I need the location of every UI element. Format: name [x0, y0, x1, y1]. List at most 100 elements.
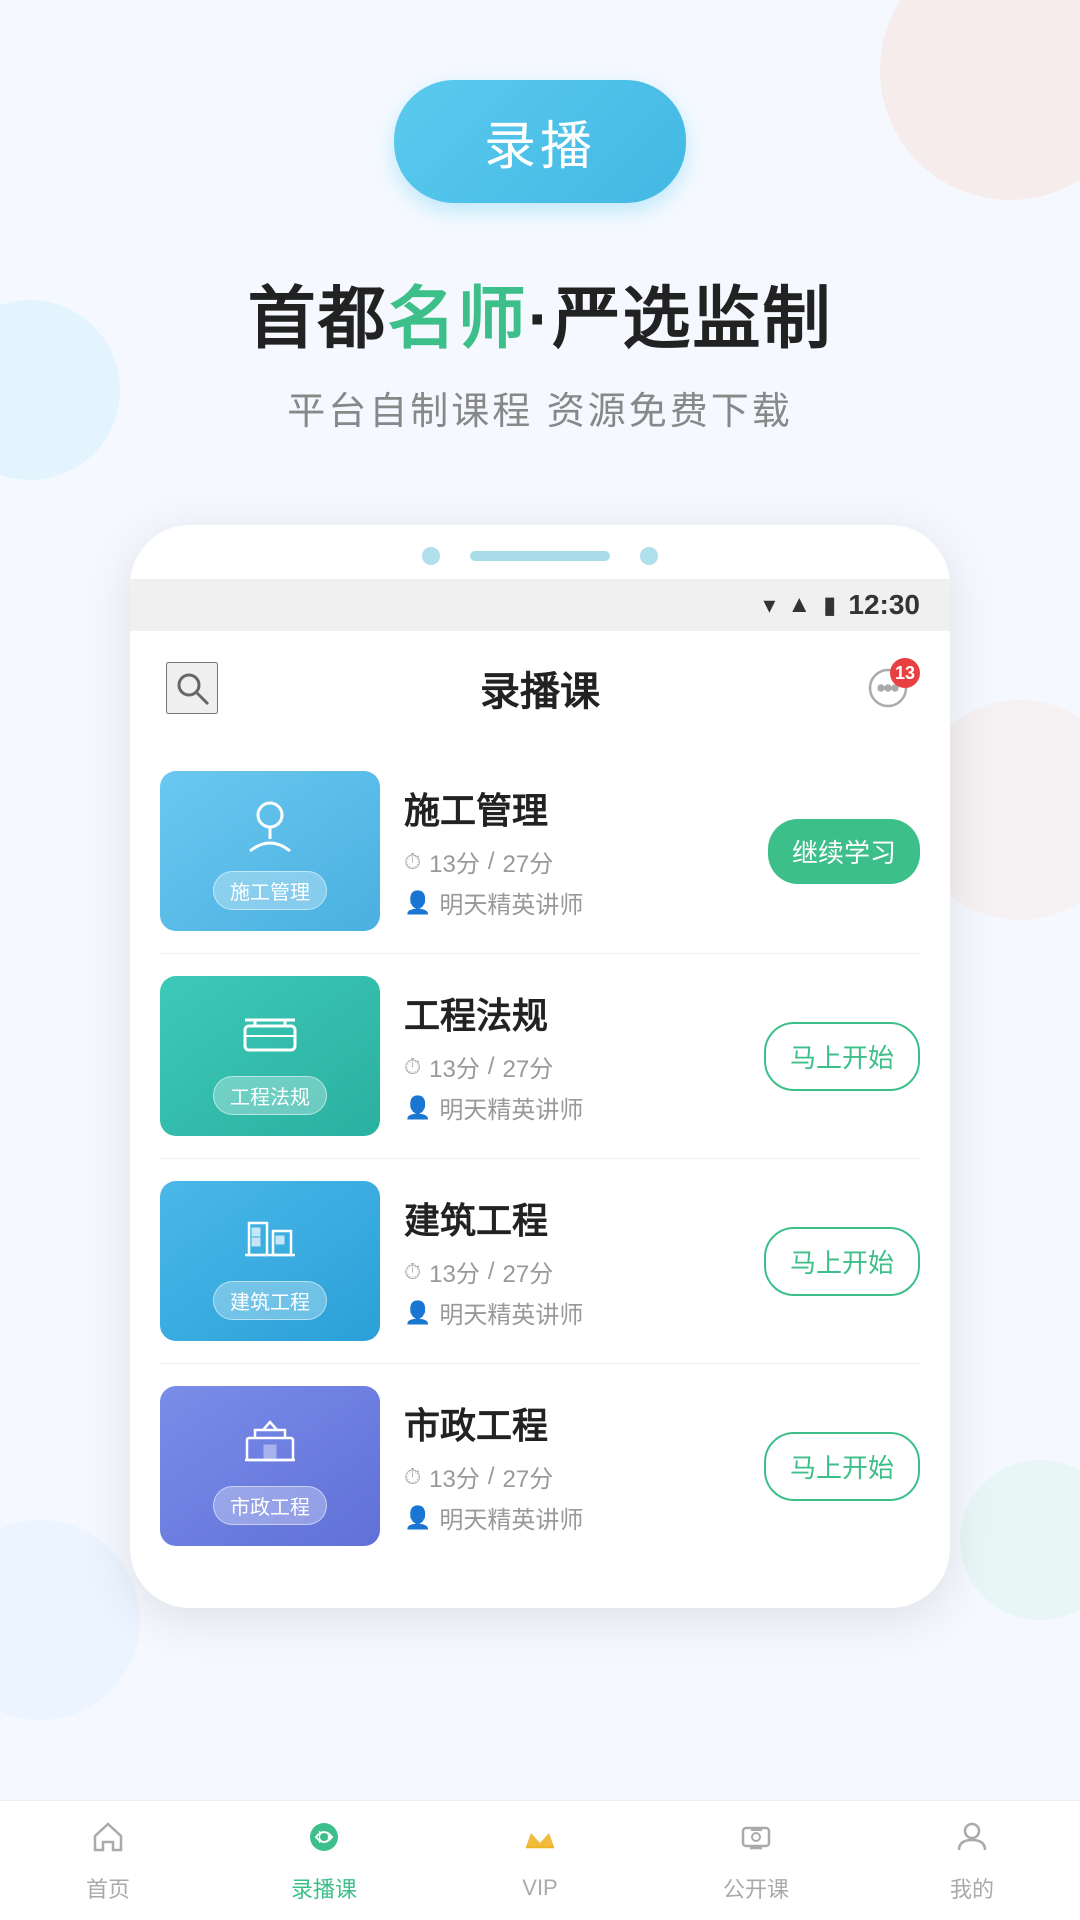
teacher-1: 明天精英讲师	[439, 885, 583, 920]
course-action-1: 继续学习	[768, 819, 920, 884]
teacher-3: 明天精英讲师	[439, 1295, 583, 1330]
search-icon	[172, 668, 212, 708]
page-title: 录播课	[480, 659, 600, 717]
nav-label-live: 公开课	[723, 1872, 789, 1904]
course-meta-2: ⏱ 13分 / 27分 👤 明天精英讲师	[404, 1049, 740, 1125]
start-button-2[interactable]: 马上开始	[764, 1022, 920, 1091]
time-total-2: 27分	[503, 1049, 554, 1084]
time-total-1: 27分	[503, 844, 554, 879]
bottom-nav: 首页 录播课 VIP	[0, 1800, 1080, 1920]
phone-top-bar	[130, 525, 950, 579]
teacher-row-4: 👤 明天精英讲师	[404, 1500, 740, 1535]
app-header: 录播课 13	[130, 631, 950, 739]
time-row-1: ⏱ 13分 / 27分	[404, 844, 744, 879]
course-item-3: 建筑工程 建筑工程 ⏱ 13分 / 27分 👤 明天精英讲师	[160, 1159, 920, 1364]
bg-decoration-4	[960, 1460, 1080, 1620]
subtitle: 平台自制课程 资源免费下载	[287, 380, 793, 435]
teacher-icon-1: 👤	[404, 890, 431, 916]
status-bar: ▾ ▲ ▮ 12:30	[130, 579, 950, 631]
battery-icon: ▮	[823, 591, 836, 620]
continue-button-1[interactable]: 继续学习	[768, 819, 920, 884]
course-meta-1: ⏱ 13分 / 27分 👤 明天精英讲师	[404, 844, 744, 920]
time-row-2: ⏱ 13分 / 27分	[404, 1049, 740, 1084]
time-row-3: ⏱ 13分 / 27分	[404, 1254, 740, 1289]
teacher-icon-2: 👤	[404, 1095, 431, 1121]
nav-label-home: 首页	[86, 1872, 130, 1904]
time-total-3: 27分	[503, 1254, 554, 1289]
building-icon	[235, 1203, 305, 1273]
top-section: 录播 首都名师·严选监制 平台自制课程 资源免费下载	[0, 0, 1080, 475]
record-button[interactable]: 录播	[394, 80, 686, 203]
phone-mockup: ▾ ▲ ▮ 12:30 录播课 13	[130, 525, 950, 1608]
course-name-4: 市政工程	[404, 1397, 740, 1449]
course-name-3: 建筑工程	[404, 1192, 740, 1244]
thumb-label-1: 施工管理	[213, 871, 327, 910]
time-row-4: ⏱ 13分 / 27分	[404, 1459, 740, 1494]
time-current-4: 13分	[429, 1459, 480, 1494]
course-thumbnail-4[interactable]: 市政工程	[160, 1386, 380, 1546]
clock-icon-3: ⏱	[404, 1259, 421, 1285]
search-button[interactable]	[166, 662, 218, 714]
vip-icon	[521, 1821, 559, 1869]
thumb-label-3: 建筑工程	[213, 1281, 327, 1320]
message-badge: 13	[890, 658, 920, 688]
headline-part1: 首都	[248, 281, 388, 357]
clock-icon-1: ⏱	[404, 849, 421, 875]
nav-item-vip[interactable]: VIP	[432, 1821, 648, 1901]
home-icon	[89, 1818, 127, 1866]
course-name-1: 施工管理	[404, 782, 744, 834]
teacher-4: 明天精英讲师	[439, 1500, 583, 1535]
teacher-row-1: 👤 明天精英讲师	[404, 885, 744, 920]
headline-part2: ·严选监制	[528, 281, 833, 357]
bg-decoration-5	[0, 1520, 140, 1720]
course-thumbnail-1[interactable]: 施工管理	[160, 771, 380, 931]
bar-indicator-center	[470, 551, 610, 561]
mine-icon	[953, 1818, 991, 1866]
course-name-2: 工程法规	[404, 987, 740, 1039]
start-button-3[interactable]: 马上开始	[764, 1227, 920, 1296]
nav-label-record: 录播课	[291, 1872, 357, 1904]
course-meta-3: ⏱ 13分 / 27分 👤 明天精英讲师	[404, 1254, 740, 1330]
course-item-4: 市政工程 市政工程 ⏱ 13分 / 27分 👤 明天精英讲师	[160, 1364, 920, 1568]
regulation-icon	[235, 998, 305, 1068]
nav-item-live[interactable]: 公开课	[648, 1818, 864, 1904]
live-icon	[737, 1818, 775, 1866]
clock-icon-2: ⏱	[404, 1054, 421, 1080]
course-list: 施工管理 施工管理 ⏱ 13分 / 27分 👤 明天精英讲师	[130, 739, 950, 1578]
dot-indicator-left	[422, 547, 440, 565]
time-sep-1: /	[488, 848, 495, 876]
nav-item-home[interactable]: 首页	[0, 1818, 216, 1904]
signal-icon: ▲	[787, 591, 811, 619]
course-thumbnail-2[interactable]: 工程法规	[160, 976, 380, 1136]
headline: 首都名师·严选监制	[248, 263, 833, 362]
start-button-4[interactable]: 马上开始	[764, 1432, 920, 1501]
thumb-label-2: 工程法规	[213, 1076, 327, 1115]
course-info-3: 建筑工程 ⏱ 13分 / 27分 👤 明天精英讲师	[404, 1192, 740, 1330]
municipal-icon	[235, 1408, 305, 1478]
headline-highlight: 名师	[388, 281, 528, 357]
status-time: 12:30	[848, 589, 920, 621]
course-info-1: 施工管理 ⏱ 13分 / 27分 👤 明天精英讲师	[404, 782, 744, 920]
teacher-row-3: 👤 明天精英讲师	[404, 1295, 740, 1330]
teacher-2: 明天精英讲师	[439, 1090, 583, 1125]
time-current-2: 13分	[429, 1049, 480, 1084]
teacher-icon-4: 👤	[404, 1505, 431, 1531]
clock-icon-4: ⏱	[404, 1464, 421, 1490]
wifi-icon: ▾	[763, 591, 775, 620]
nav-label-vip: VIP	[522, 1875, 557, 1901]
course-info-2: 工程法规 ⏱ 13分 / 27分 👤 明天精英讲师	[404, 987, 740, 1125]
message-button[interactable]: 13	[862, 662, 914, 714]
time-total-4: 27分	[503, 1459, 554, 1494]
nav-item-record[interactable]: 录播课	[216, 1818, 432, 1904]
teacher-icon-3: 👤	[404, 1300, 431, 1326]
nav-label-mine: 我的	[950, 1872, 994, 1904]
nav-item-mine[interactable]: 我的	[864, 1818, 1080, 1904]
course-meta-4: ⏱ 13分 / 27分 👤 明天精英讲师	[404, 1459, 740, 1535]
dot-indicator-right	[640, 547, 658, 565]
course-thumbnail-3[interactable]: 建筑工程	[160, 1181, 380, 1341]
course-item: 施工管理 施工管理 ⏱ 13分 / 27分 👤 明天精英讲师	[160, 749, 920, 954]
course-action-2: 马上开始	[764, 1022, 920, 1091]
course-item-2: 工程法规 工程法规 ⏱ 13分 / 27分 👤 明天精英讲师	[160, 954, 920, 1159]
course-info-4: 市政工程 ⏱ 13分 / 27分 👤 明天精英讲师	[404, 1397, 740, 1535]
thumb-label-4: 市政工程	[213, 1486, 327, 1525]
